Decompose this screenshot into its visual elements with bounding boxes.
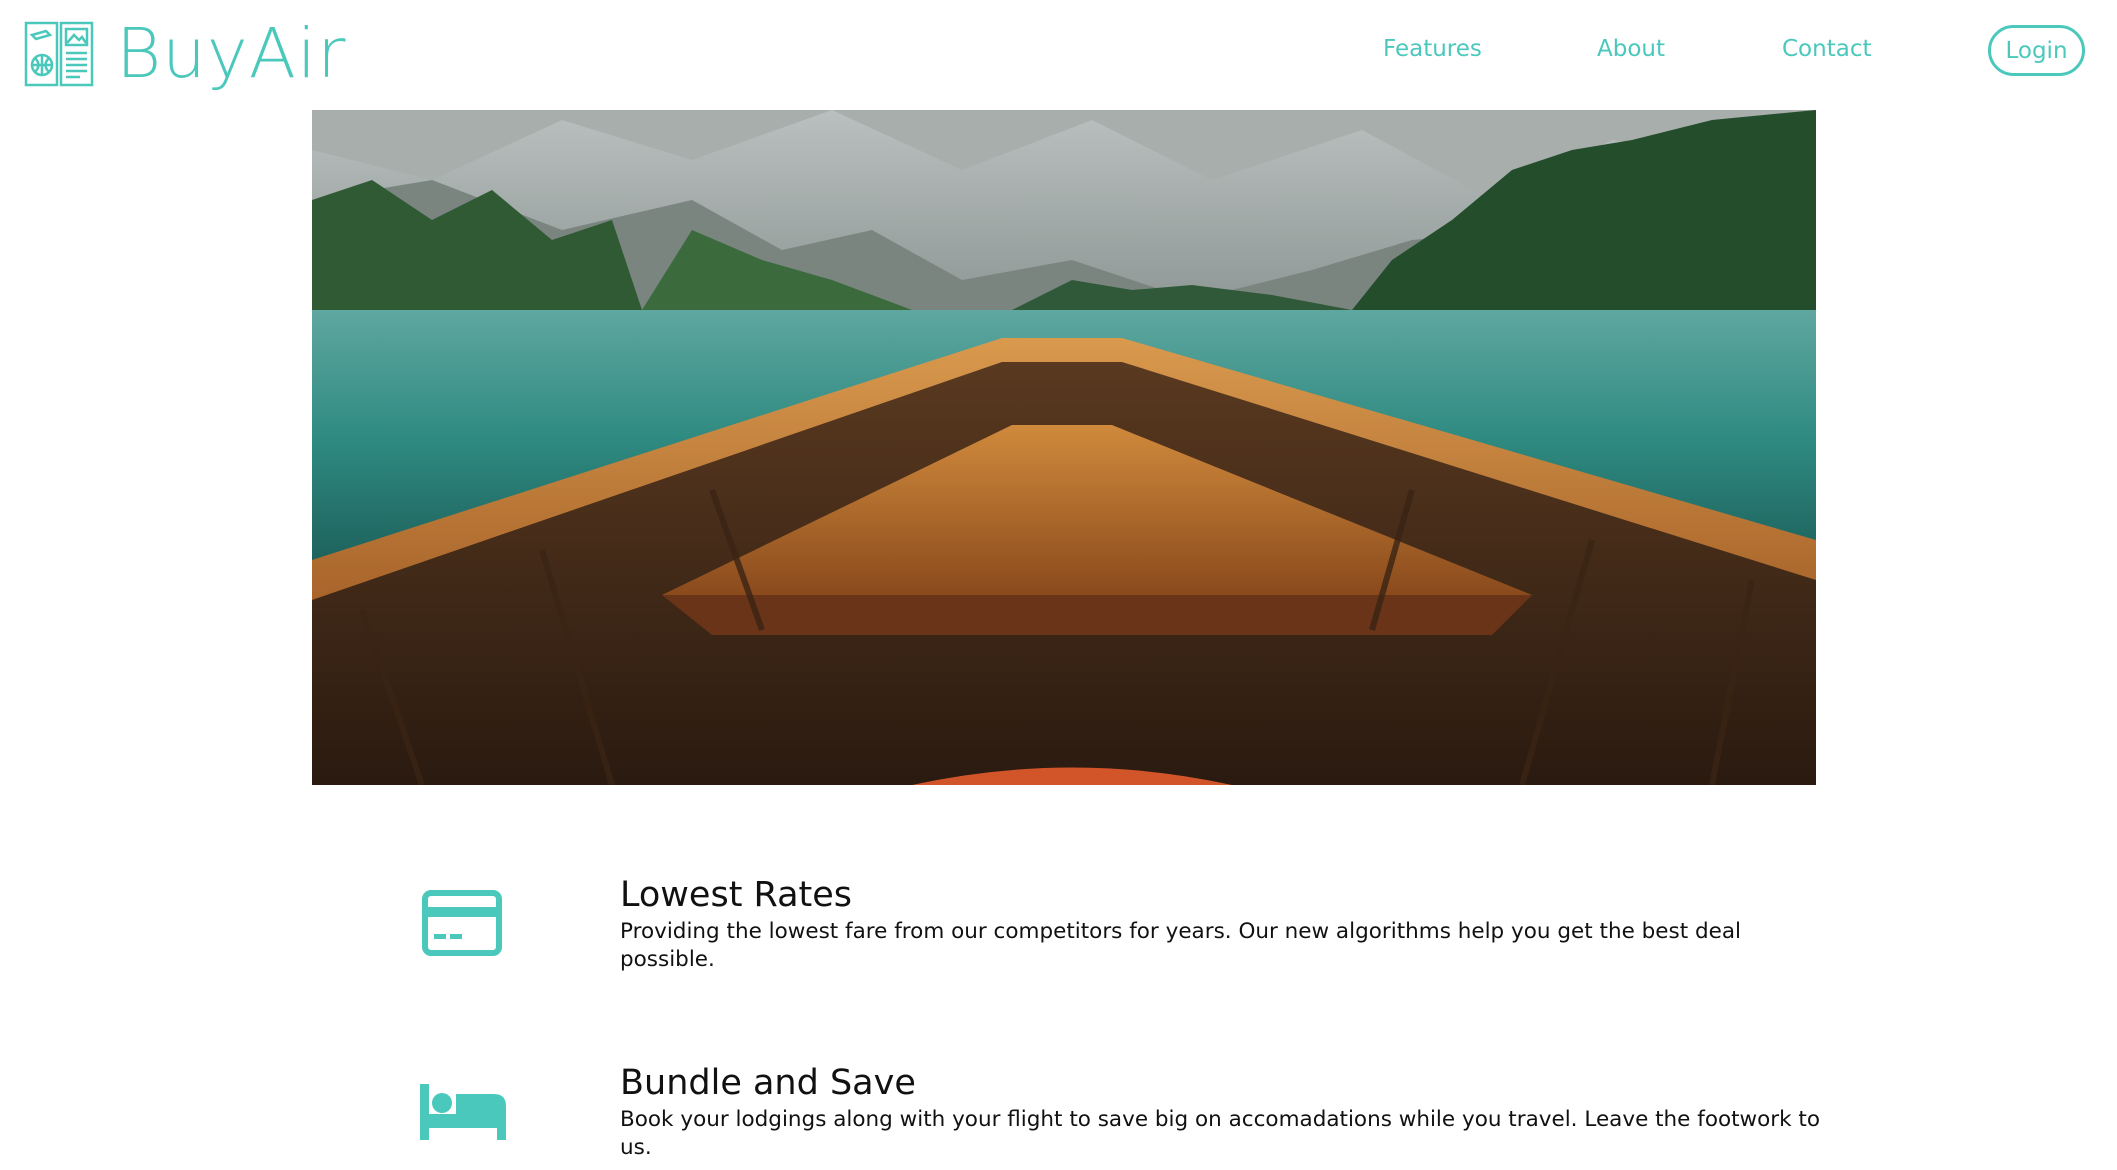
nav-link-contact[interactable]: Contact [1782, 36, 1871, 62]
hero-image [312, 110, 1816, 785]
bed-icon [420, 1084, 506, 1140]
brand-logo[interactable]: BuyAir [24, 14, 347, 94]
feature-description: Book your lodgings along with your fligh… [620, 1107, 1821, 1160]
brand-name: BuyAir [116, 14, 347, 94]
feature-title: Bundle and Save [620, 1063, 916, 1103]
credit-card-icon [422, 890, 502, 956]
nav-link-about[interactable]: About [1597, 36, 1665, 62]
page: BuyAir Features About Contact Login Lowe… [0, 0, 2117, 1170]
boat-on-mountain-lake-photo [312, 110, 1816, 785]
nav-link-features[interactable]: Features [1383, 36, 1482, 62]
feature-description: Providing the lowest fare from our compe… [620, 919, 1742, 972]
travel-brochure-icon [24, 21, 94, 87]
feature-title: Lowest Rates [620, 875, 853, 915]
login-button[interactable]: Login [1988, 25, 2085, 76]
